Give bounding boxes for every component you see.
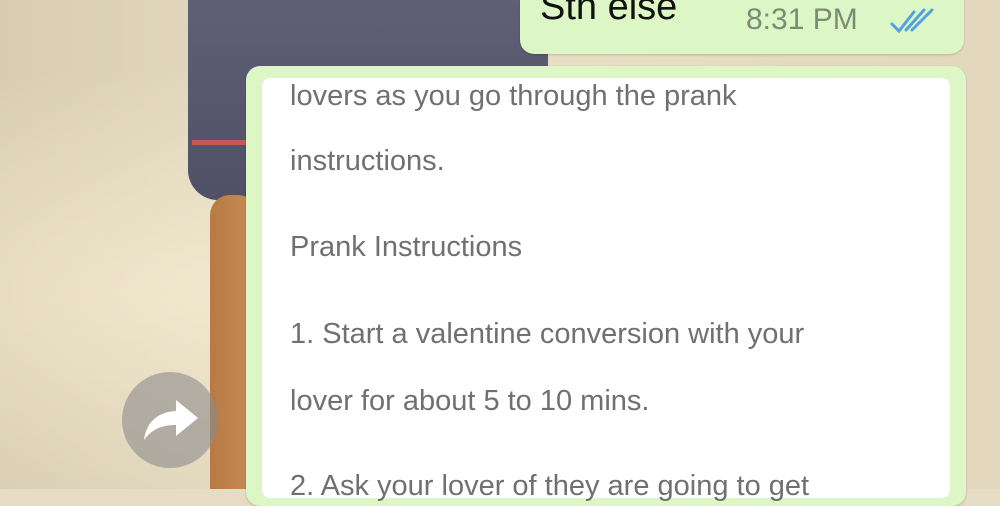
forward-button[interactable]	[122, 372, 218, 468]
forward-arrow-icon	[144, 400, 198, 440]
double-check-icon	[890, 8, 934, 34]
sent-message-text: Sth else	[540, 0, 678, 28]
received-message-body	[262, 78, 950, 498]
message-line: lover for about 5 to 10 mins.	[290, 385, 650, 417]
message-line: 2. Ask your lover of they are going to g…	[290, 470, 810, 502]
wallpaper-sleeve-stripe	[192, 140, 252, 145]
message-line: lovers as you go through the prank	[290, 80, 737, 112]
message-line: 1. Start a valentine conversion with you…	[290, 318, 805, 350]
message-heading: Prank Instructions	[290, 231, 523, 263]
sent-message-time: 8:31 PM	[746, 3, 858, 36]
message-line: instructions.	[290, 145, 445, 177]
